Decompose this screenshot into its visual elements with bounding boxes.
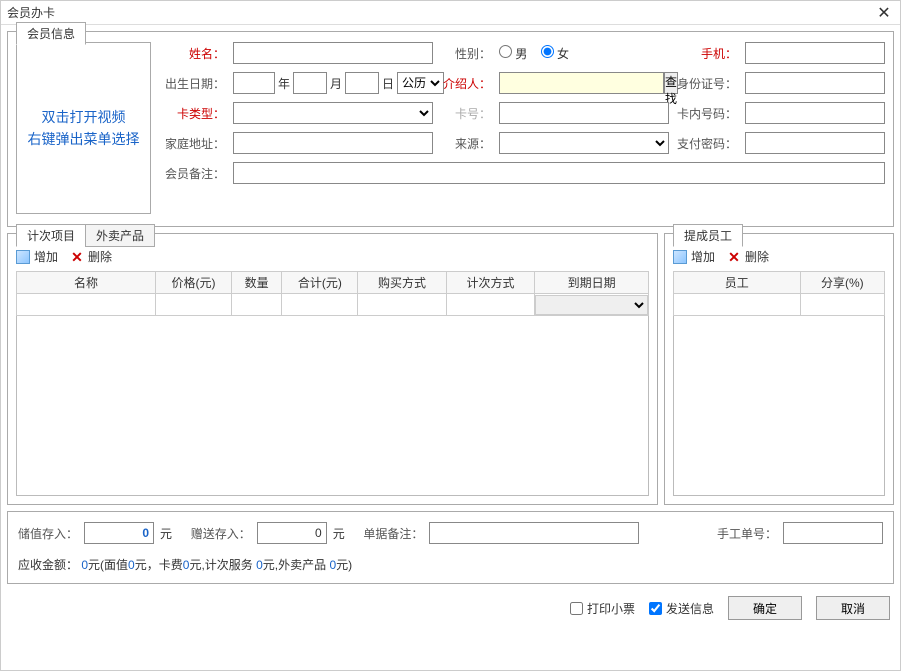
- label-idno: 身份证号：: [677, 75, 737, 92]
- innerno-input[interactable]: [745, 102, 885, 124]
- col-counttype: 计次方式: [446, 272, 534, 294]
- gender-male[interactable]: 男: [499, 47, 527, 61]
- col-total: 合计(元): [282, 272, 358, 294]
- titlebar: 会员办卡 ✕: [1, 1, 900, 25]
- label-phone: 手机：: [677, 45, 737, 62]
- add-icon: [673, 250, 687, 264]
- ok-button[interactable]: 确定: [728, 596, 802, 620]
- label-gift: 赠送存入：: [191, 525, 251, 542]
- birth-year[interactable]: [233, 72, 275, 94]
- label-name: 姓名：: [165, 45, 225, 62]
- paypwd-input[interactable]: [745, 132, 885, 154]
- manual-input[interactable]: [783, 522, 883, 544]
- label-address: 家庭地址：: [165, 135, 225, 152]
- birth-group: 年 月 日 公历: [233, 72, 433, 94]
- send-checkbox[interactable]: 发送信息: [649, 600, 714, 617]
- billmemo-input[interactable]: [429, 522, 639, 544]
- label-source: 来源：: [441, 135, 491, 152]
- label-billmemo: 单据备注：: [363, 525, 423, 542]
- due-line: 应收金额： 0元(面值0元，卡费0元,计次服务 0元,外卖产品 0元): [18, 556, 883, 573]
- label-manual: 手工单号：: [717, 525, 777, 542]
- label-birth: 出生日期：: [165, 75, 225, 92]
- idno-input[interactable]: [745, 72, 885, 94]
- add-button[interactable]: 增加: [16, 248, 58, 265]
- staff-table: 员工 分享(%): [673, 271, 885, 316]
- tab-staff[interactable]: 提成员工: [673, 224, 743, 247]
- items-grid-body: [16, 316, 649, 496]
- table-row[interactable]: [674, 294, 885, 316]
- window-title: 会员办卡: [7, 4, 55, 21]
- col-buytype: 购买方式: [358, 272, 446, 294]
- video-placeholder[interactable]: 双击打开视频 右键弹出菜单选择: [16, 42, 151, 214]
- items-table: 名称 价格(元) 数量 合计(元) 购买方式 计次方式 到期日期: [16, 271, 649, 316]
- source-select[interactable]: [499, 132, 669, 154]
- referrer-group: 查找: [499, 72, 669, 94]
- tab-member-info[interactable]: 会员信息: [16, 22, 86, 45]
- col-price: 价格(元): [156, 272, 232, 294]
- find-button[interactable]: 查找: [664, 72, 678, 94]
- expire-select[interactable]: [535, 295, 648, 315]
- label-innerno: 卡内号码：: [677, 105, 737, 122]
- birth-day[interactable]: [345, 72, 379, 94]
- birth-month[interactable]: [293, 72, 327, 94]
- gender-female[interactable]: 女: [541, 47, 569, 61]
- close-icon[interactable]: ✕: [874, 3, 894, 23]
- staff-add-button[interactable]: 增加: [673, 248, 715, 265]
- tab-timed[interactable]: 计次项目: [16, 224, 86, 247]
- label-deposit: 储值存入：: [18, 525, 78, 542]
- label-referrer: 介绍人：: [441, 75, 491, 92]
- phone-input[interactable]: [745, 42, 885, 64]
- col-name: 名称: [17, 272, 156, 294]
- delete-button[interactable]: ✕删除: [70, 248, 112, 265]
- items-panel: 计次项目 外卖产品 增加 ✕删除 名称 价格(元) 数量 合计(元) 购买方式 …: [7, 233, 658, 505]
- staff-delete-button[interactable]: ✕删除: [727, 248, 769, 265]
- memo-input[interactable]: [233, 162, 885, 184]
- bottom-panel: 储值存入： 元 赠送存入： 元 单据备注： 手工单号： 应收金额： 0元(面值0…: [7, 511, 894, 584]
- label-paypwd: 支付密码：: [677, 135, 737, 152]
- label-gender: 性别：: [441, 45, 491, 62]
- staff-panel: 提成员工 增加 ✕删除 员工 分享(%): [664, 233, 894, 505]
- col-expire: 到期日期: [535, 272, 649, 294]
- label-memo: 会员备注：: [165, 165, 225, 182]
- delete-icon: ✕: [727, 250, 741, 264]
- col-staff: 员工: [674, 272, 801, 294]
- cardtype-select[interactable]: [233, 102, 433, 124]
- gender-group: 男 女: [499, 45, 669, 62]
- label-cardno: 卡号：: [441, 105, 491, 122]
- print-checkbox[interactable]: 打印小票: [570, 600, 635, 617]
- col-qty: 数量: [231, 272, 282, 294]
- add-icon: [16, 250, 30, 264]
- cancel-button[interactable]: 取消: [816, 596, 890, 620]
- name-input[interactable]: [233, 42, 433, 64]
- table-row[interactable]: [17, 294, 649, 316]
- cardno-input[interactable]: [499, 102, 669, 124]
- col-share: 分享(%): [800, 272, 884, 294]
- delete-icon: ✕: [70, 250, 84, 264]
- member-info-panel: 会员信息 双击打开视频 右键弹出菜单选择 姓名： 性别： 男 女 手机： 出生日…: [7, 31, 894, 227]
- deposit-input[interactable]: [84, 522, 154, 544]
- video-hint-1: 双击打开视频: [42, 106, 126, 128]
- label-cardtype: 卡类型：: [165, 105, 225, 122]
- tab-takeout[interactable]: 外卖产品: [85, 224, 155, 247]
- gift-input[interactable]: [257, 522, 327, 544]
- calendar-select[interactable]: 公历: [397, 72, 444, 94]
- address-input[interactable]: [233, 132, 433, 154]
- referrer-input[interactable]: [499, 72, 664, 94]
- staff-grid-body: [673, 316, 885, 496]
- footer: 打印小票 发送信息 确定 取消: [1, 590, 900, 626]
- video-hint-2: 右键弹出菜单选择: [28, 128, 140, 150]
